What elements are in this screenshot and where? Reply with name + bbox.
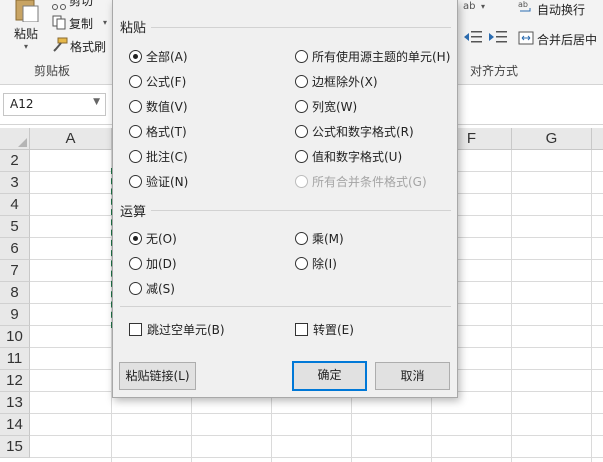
paste-icon[interactable]: [14, 0, 40, 23]
grid-line: [511, 150, 512, 462]
svg-text:ab: ab: [518, 0, 528, 9]
radio-selected[interactable]: [129, 231, 142, 245]
row-header[interactable]: 9: [0, 304, 30, 326]
orientation-icon[interactable]: ab ▾: [463, 0, 491, 17]
radio-selected[interactable]: [129, 49, 142, 63]
paste-option-merge-conditional-formats: 所有合并条件格式(G): [295, 171, 427, 191]
row-header[interactable]: 14: [0, 414, 30, 436]
wrap-text-button[interactable]: 自动换行: [537, 1, 585, 18]
row-header[interactable]: 15: [0, 436, 30, 458]
alignment-group-label: 对齐方式: [470, 64, 519, 78]
paste-option-column-widths[interactable]: 列宽(W): [295, 96, 357, 116]
operation-option-divide[interactable]: 除(I): [295, 253, 337, 273]
cut-icon[interactable]: [52, 0, 66, 14]
radio[interactable]: [295, 149, 308, 163]
grid-line: [591, 150, 592, 462]
increase-indent-icon[interactable]: [487, 30, 509, 47]
skip-blanks-checkbox[interactable]: 跳过空单元(B): [129, 319, 225, 339]
column-header-h[interactable]: [592, 128, 603, 150]
paste-option-validation[interactable]: 验证(N): [129, 171, 188, 191]
clipboard-group-label: 剪贴板: [34, 64, 71, 78]
copy-button[interactable]: 复制: [69, 15, 93, 32]
section-divider: [151, 27, 451, 28]
transpose-checkbox[interactable]: 转置(E): [295, 319, 354, 339]
paste-option-source-theme[interactable]: 所有使用源主题的单元(H): [295, 46, 450, 66]
section-divider: [151, 210, 451, 211]
select-all-corner[interactable]: [0, 128, 30, 150]
radio[interactable]: [295, 231, 308, 245]
grid-line: [30, 413, 603, 414]
merge-center-button[interactable]: 合并后居中: [537, 31, 597, 48]
name-box[interactable]: A12 ▼: [3, 93, 106, 116]
paste-option-comments[interactable]: 批注(C): [129, 146, 188, 166]
paste-special-dialog: 粘贴 全部(A) 公式(F) 数值(V) 格式(T) 批注(C) 验证(N) 所…: [112, 0, 458, 398]
format-painter-button[interactable]: 格式刷: [70, 38, 106, 55]
row-header[interactable]: 11: [0, 348, 30, 370]
radio[interactable]: [295, 99, 308, 113]
radio: [295, 174, 308, 188]
paste-option-all[interactable]: 全部(A): [129, 46, 188, 66]
row-header[interactable]: 10: [0, 326, 30, 348]
paste-option-values[interactable]: 数值(V): [129, 96, 188, 116]
row-header[interactable]: 6: [0, 238, 30, 260]
row-header[interactable]: 4: [0, 194, 30, 216]
radio[interactable]: [129, 174, 142, 188]
paste-button-label[interactable]: 粘贴: [14, 25, 38, 42]
column-header-a[interactable]: A: [30, 128, 112, 150]
cancel-button[interactable]: 取消: [375, 362, 450, 390]
cut-button[interactable]: 剪切: [69, 0, 93, 9]
paste-option-formulas[interactable]: 公式(F): [129, 71, 186, 91]
row-header[interactable]: 12: [0, 370, 30, 392]
decrease-indent-icon[interactable]: [462, 30, 484, 47]
row-header[interactable]: 5: [0, 216, 30, 238]
grid-line: [30, 435, 603, 436]
paste-option-except-borders[interactable]: 边框除外(X): [295, 71, 378, 91]
name-box-dropdown-icon[interactable]: ▼: [93, 97, 100, 107]
paste-link-button[interactable]: 粘贴链接(L): [119, 362, 196, 390]
ok-button[interactable]: 确定: [292, 361, 367, 391]
paste-option-formulas-number-formats[interactable]: 公式和数字格式(R): [295, 121, 414, 141]
paste-option-values-number-formats[interactable]: 值和数字格式(U): [295, 146, 402, 166]
copy-dropdown-arrow[interactable]: ▾: [103, 18, 107, 27]
format-painter-icon[interactable]: [52, 37, 68, 56]
radio[interactable]: [129, 281, 142, 295]
row-header[interactable]: 3: [0, 172, 30, 194]
row-header[interactable]: 8: [0, 282, 30, 304]
svg-text:▾: ▾: [481, 2, 485, 11]
paste-dropdown-arrow[interactable]: ▾: [24, 42, 28, 51]
checkbox[interactable]: [129, 322, 142, 336]
wrap-text-icon[interactable]: ab: [518, 0, 534, 17]
column-header-g[interactable]: G: [512, 128, 592, 150]
name-box-value: A12: [10, 97, 34, 111]
radio[interactable]: [295, 124, 308, 138]
radio[interactable]: [129, 124, 142, 138]
radio[interactable]: [129, 149, 142, 163]
operation-option-subtract[interactable]: 减(S): [129, 278, 175, 298]
paste-section-title: 粘贴: [120, 21, 147, 36]
row-header[interactable]: 13: [0, 392, 30, 414]
copy-icon[interactable]: [52, 15, 66, 33]
operation-option-none[interactable]: 无(O): [129, 228, 177, 248]
row-header[interactable]: 7: [0, 260, 30, 282]
radio[interactable]: [295, 49, 308, 63]
operation-section-title: 运算: [120, 205, 147, 220]
radio[interactable]: [295, 256, 308, 270]
radio[interactable]: [129, 99, 142, 113]
svg-text:ab: ab: [463, 1, 475, 12]
paste-option-formats[interactable]: 格式(T): [129, 121, 187, 141]
radio[interactable]: [129, 256, 142, 270]
radio[interactable]: [129, 74, 142, 88]
merge-center-icon[interactable]: [518, 30, 534, 49]
operation-option-multiply[interactable]: 乘(M): [295, 228, 344, 248]
checkbox[interactable]: [295, 322, 308, 336]
radio[interactable]: [295, 74, 308, 88]
section-divider: [120, 306, 451, 307]
grid-line: [30, 457, 603, 458]
operation-option-add[interactable]: 加(D): [129, 253, 177, 273]
row-header[interactable]: 2: [0, 150, 30, 172]
